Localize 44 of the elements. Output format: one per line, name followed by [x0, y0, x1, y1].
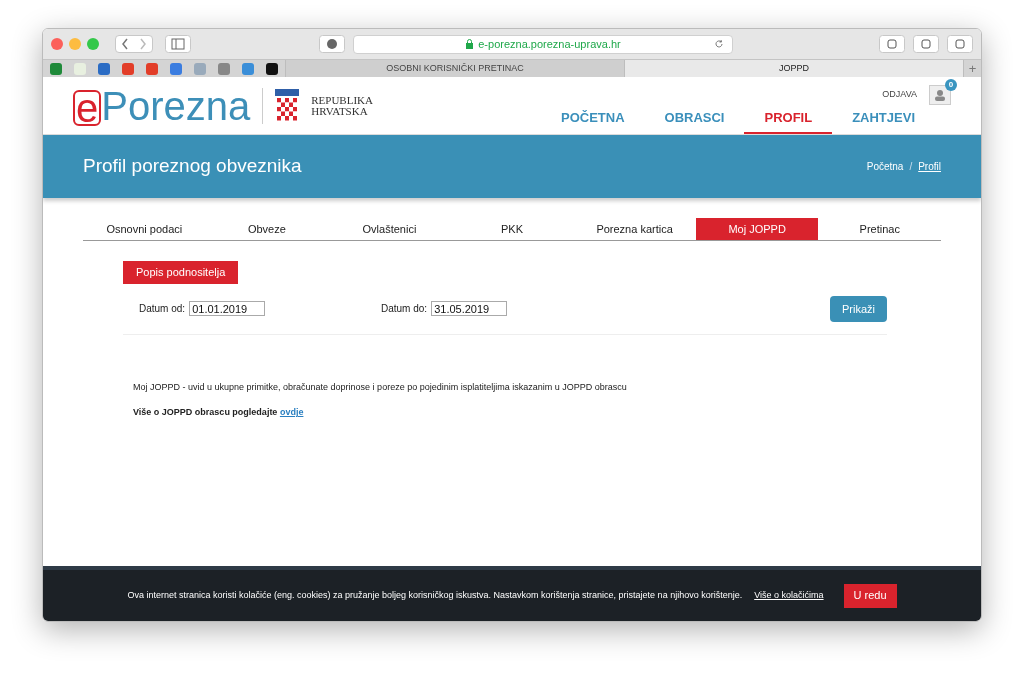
- browser-tab[interactable]: OSOBNI KORISNIČKI PRETINAC: [285, 60, 624, 77]
- notification-badge: 0: [945, 79, 957, 91]
- sidebar-icon[interactable]: [165, 35, 191, 53]
- date-field[interactable]: 31.05.2019: [431, 301, 508, 317]
- url-text: e-porezna.porezna-uprava.hr: [478, 36, 621, 52]
- coat-of-arms-icon: [275, 88, 300, 123]
- emblem-caption: REPUBLIKA HRVATSKA: [311, 94, 373, 117]
- favicon-icon[interactable]: [265, 61, 279, 76]
- nav-link[interactable]: POČETNA: [540, 107, 645, 134]
- back-forward-control[interactable]: [115, 35, 153, 53]
- reload-icon: [714, 39, 724, 49]
- description-text: Moj JOPPD - uvid u ukupne primitke, obračunate doprinose i poreze po pojedinim isplatiteljima iskazanim u JOPPD obrascu: [133, 380, 628, 394]
- accept-button[interactable]: U redu: [843, 583, 897, 608]
- cookie-notice: Ova internet stranica koristi kolačiće (eng. cookies) za pružanje boljeg korisničkog iskustva. Nastavkom korištenja stranice, pristajete na njihovo korištenje.: [127, 588, 743, 602]
- site-logo[interactable]: ePorezna: [73, 85, 251, 126]
- cookie-info-link[interactable]: Više o kolačićima: [754, 588, 824, 603]
- breadcrumb-link[interactable]: Početna: [866, 159, 904, 174]
- more-info-text: Više o JOPPD obrascu pogledajte ovdje: [133, 406, 305, 420]
- user-button[interactable]: [929, 85, 951, 105]
- user-icon: [934, 89, 946, 101]
- lock-icon: [465, 39, 475, 49]
- page-title: Profil poreznog obveznika: [83, 154, 302, 179]
- nav-link[interactable]: ZAHTJEVI: [832, 107, 935, 134]
- tab[interactable]: Porezna kartica: [573, 218, 696, 240]
- tab[interactable]: PKK: [450, 218, 574, 240]
- date-label: Datum do:: [381, 302, 428, 317]
- nav-link[interactable]: OBRASCI: [644, 107, 745, 134]
- tab[interactable]: Obveze: [205, 218, 329, 240]
- tab[interactable]: Pretinac: [818, 218, 942, 240]
- here-link[interactable]: ovdje: [279, 407, 304, 418]
- logout-link[interactable]: ODJAVA: [882, 88, 917, 102]
- tab[interactable]: Osnovni podaci: [83, 218, 206, 240]
- tab[interactable]: Moj JOPPD: [695, 218, 819, 240]
- date-field[interactable]: 01.01.2019: [189, 301, 266, 317]
- submitter-list-button[interactable]: Popis podnositelja: [123, 260, 239, 284]
- browser-tab[interactable]: JOPPD: [624, 60, 963, 77]
- date-label: Datum od:: [139, 302, 186, 317]
- breadcrumb-separator: /: [909, 160, 913, 174]
- show-button[interactable]: Prikaži: [830, 295, 887, 322]
- close-icon[interactable]: [51, 38, 63, 50]
- address-bar[interactable]: e-porezna.porezna-uprava.hr: [353, 34, 733, 54]
- tab[interactable]: Ovlaštenici: [328, 218, 451, 240]
- breadcrumb-link[interactable]: Profil: [918, 159, 941, 174]
- maximize-icon[interactable]: [87, 38, 99, 50]
